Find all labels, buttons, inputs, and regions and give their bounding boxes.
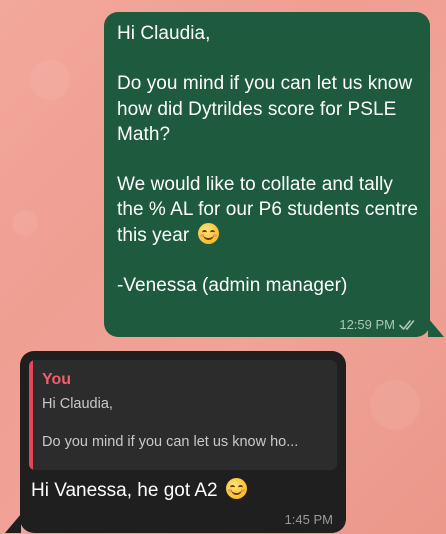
outgoing-message-time: 12:59 PM: [339, 317, 395, 332]
wallpaper-pattern: [12, 210, 38, 236]
outgoing-message-signature: -Venessa (admin manager): [117, 275, 348, 297]
quoted-message-line1: Hi Claudia,: [42, 396, 113, 412]
quoted-message[interactable]: You Hi Claudia, Do you mind if you can l…: [29, 360, 337, 470]
incoming-message-body: Hi Vanessa, he got A2: [31, 480, 223, 501]
smiling-face-emoji-icon: [225, 478, 247, 499]
outgoing-message-text: Hi Claudia, Do you mind if you can let u…: [117, 21, 418, 298]
outgoing-bubble-tail: [428, 318, 444, 337]
incoming-message-text: Hi Vanessa, he got A2: [29, 478, 337, 503]
incoming-message-time: 1:45 PM: [284, 512, 333, 527]
read-receipt-double-check-icon: [399, 319, 415, 330]
quoted-message-text: Hi Claudia, Do you mind if you can let u…: [42, 395, 327, 452]
outgoing-message-meta: 12:59 PM: [339, 317, 419, 332]
smiling-face-emoji-icon: [197, 222, 219, 244]
incoming-bubble-tail: [5, 514, 21, 533]
wallpaper-pattern: [370, 380, 420, 430]
quote-accent-bar: [29, 360, 33, 470]
outgoing-message-body: Hi Claudia, Do you mind if you can let u…: [117, 23, 418, 246]
outgoing-message-bubble[interactable]: Hi Claudia, Do you mind if you can let u…: [104, 12, 430, 337]
quoted-message-line2: Do you mind if you can let us know ho...: [42, 434, 299, 450]
incoming-message-bubble[interactable]: You Hi Claudia, Do you mind if you can l…: [20, 351, 346, 533]
quoted-message-sender: You: [42, 371, 72, 388]
wallpaper-pattern: [30, 60, 70, 100]
